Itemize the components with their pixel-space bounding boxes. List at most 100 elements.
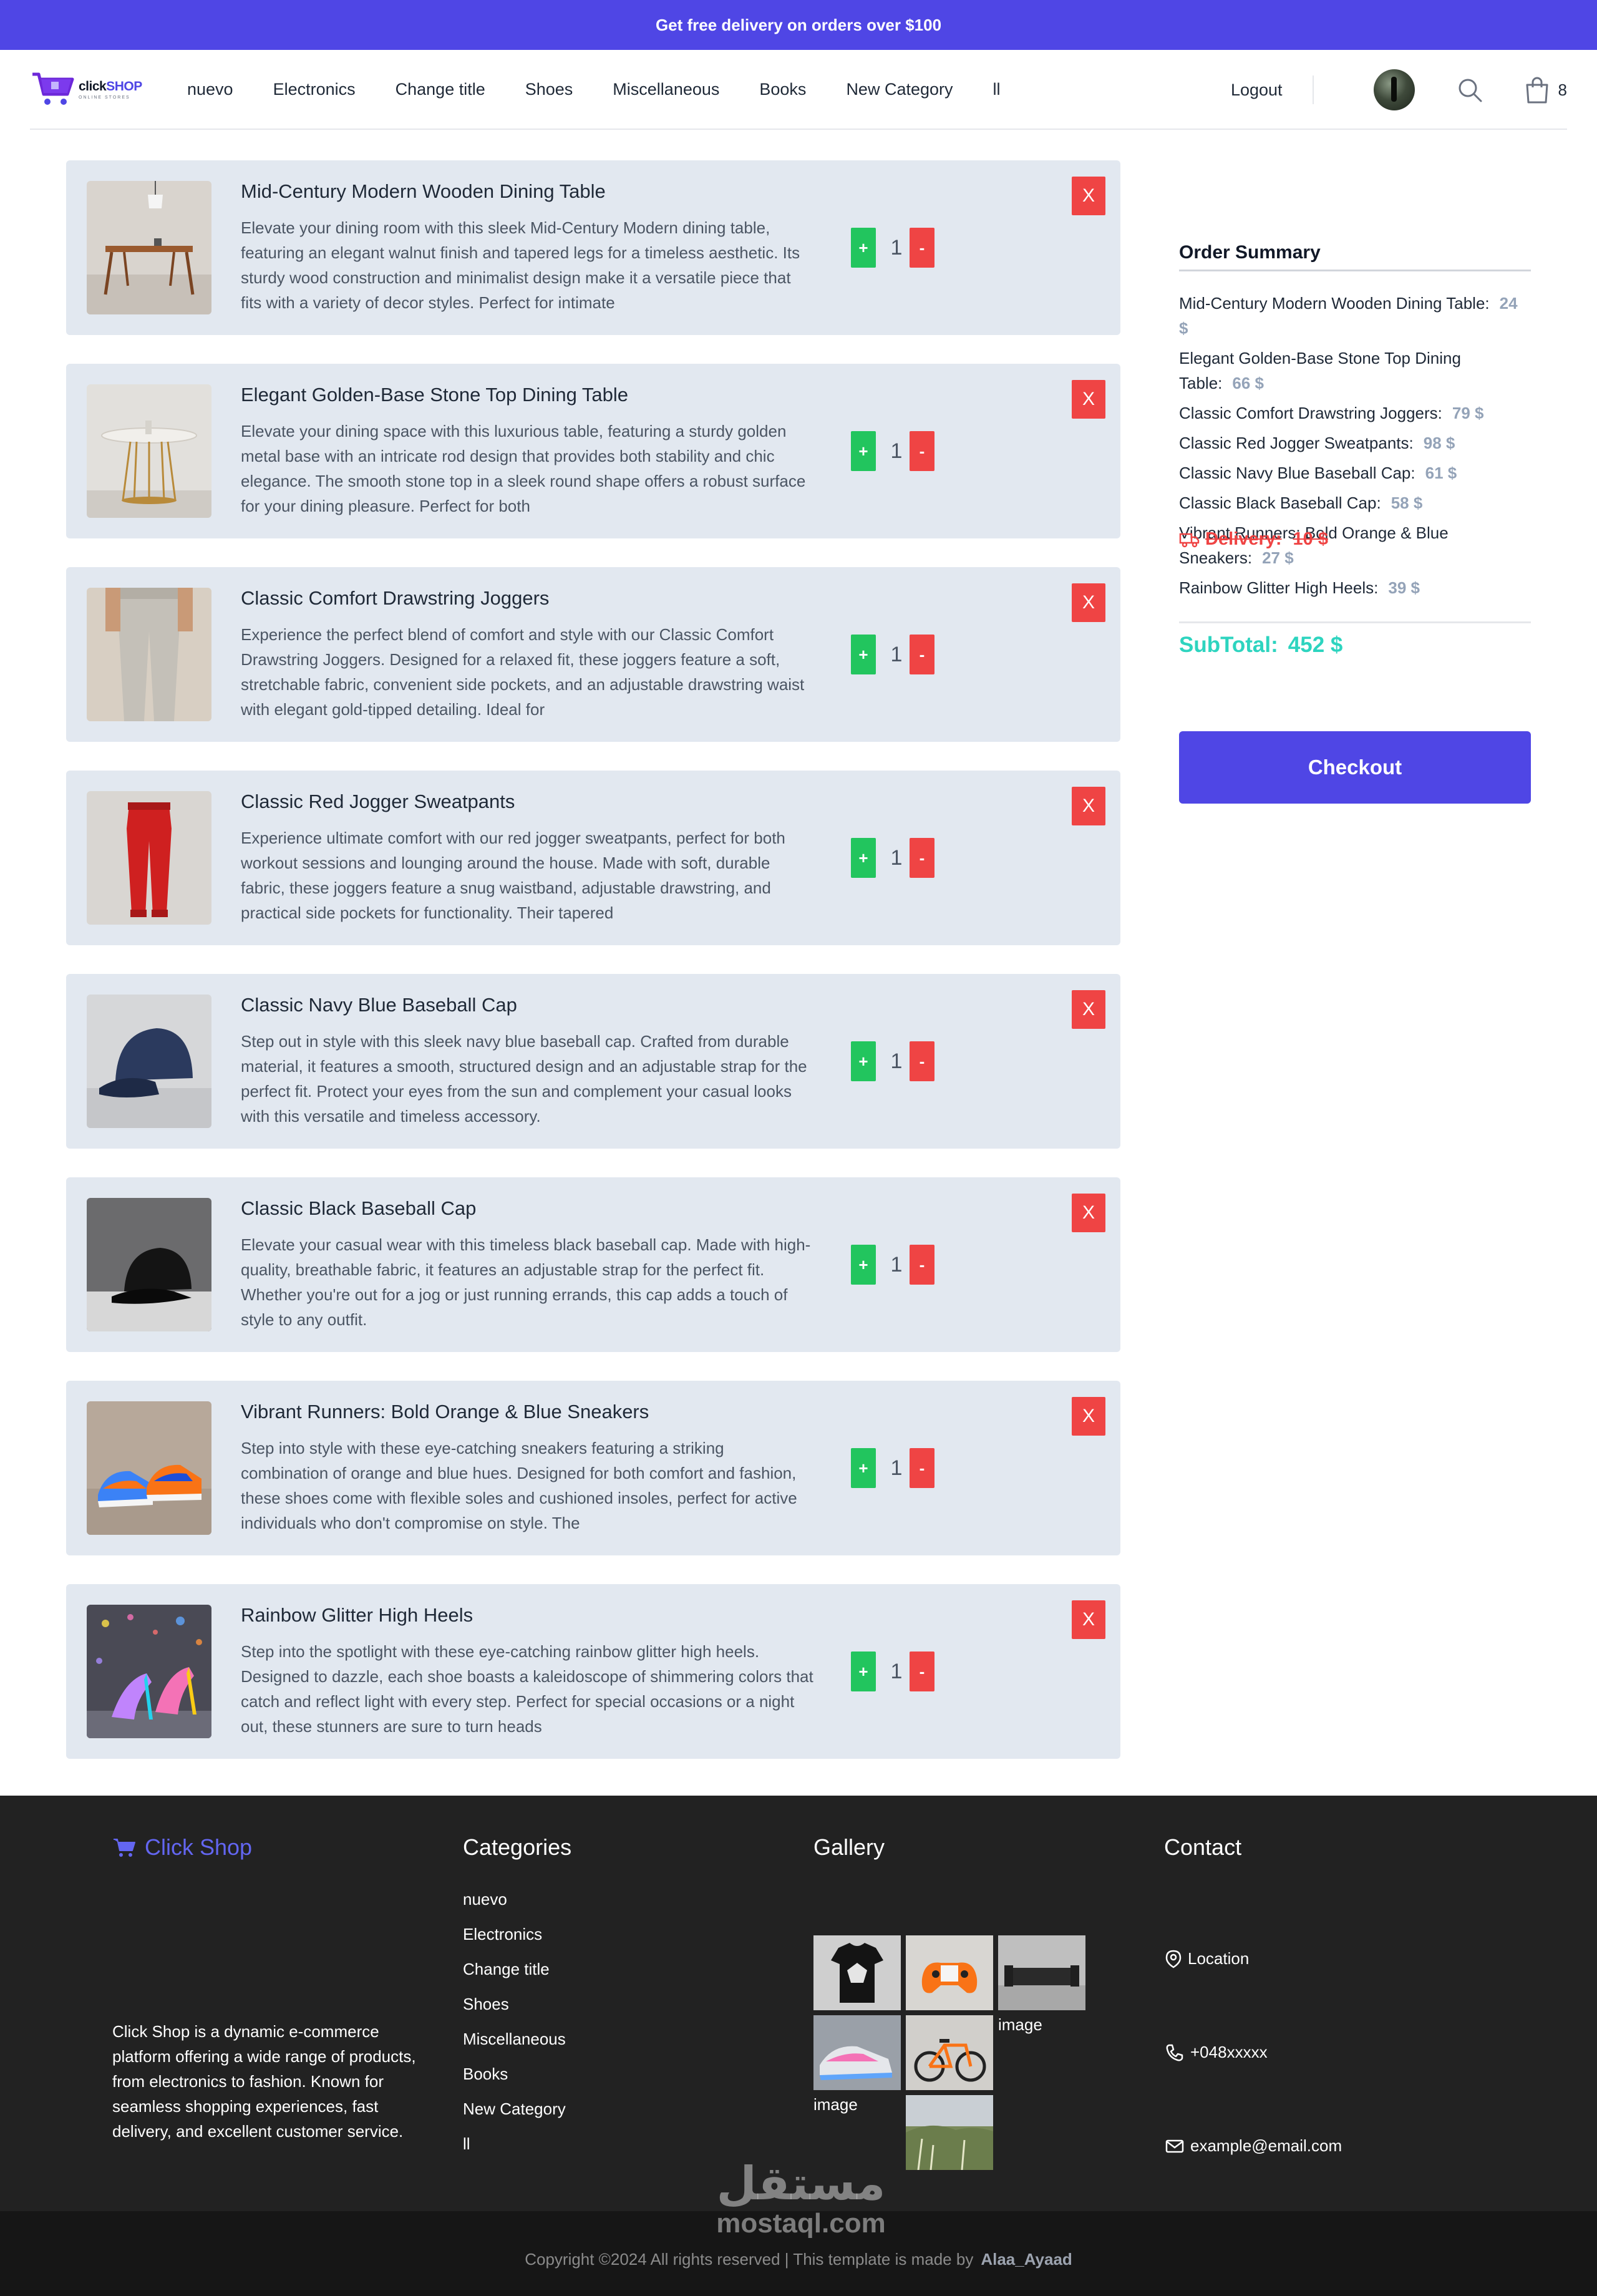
header-divider (1312, 75, 1314, 104)
user-avatar[interactable] (1373, 69, 1415, 110)
summary-line: Classic Black Baseball Cap: 58 $ (1179, 490, 1531, 515)
decrease-qty-button[interactable]: - (910, 1245, 934, 1285)
checkout-button[interactable]: Checkout (1179, 731, 1531, 804)
subtotal: SubTotal: 452 $ (1179, 633, 1342, 658)
footer-category-link[interactable]: New Category (463, 2096, 566, 2131)
item-title[interactable]: Rainbow Glitter High Heels (241, 1604, 473, 1627)
footer-category-link[interactable]: Shoes (463, 1992, 566, 2026)
gallery-broken-image[interactable]: image (998, 2015, 1042, 2035)
decrease-qty-button[interactable]: - (910, 431, 934, 471)
search-icon[interactable] (1456, 76, 1483, 104)
item-title[interactable]: Classic Comfort Drawstring Joggers (241, 587, 549, 610)
item-title[interactable]: Vibrant Runners: Bold Orange & Blue Snea… (241, 1401, 649, 1423)
decrease-qty-button[interactable]: - (910, 1651, 934, 1691)
summary-line: Elegant Golden-Base Stone Top Dining Tab… (1179, 346, 1531, 396)
product-image-black-cap (87, 1198, 211, 1331)
gallery-broken-image[interactable]: image (813, 2095, 858, 2114)
footer-category-link[interactable]: ll (463, 2131, 566, 2166)
increase-qty-button[interactable]: + (851, 635, 876, 674)
author-link[interactable]: Alaa_Ayaad (981, 2250, 1072, 2269)
site-footer: Click Shop Click Shop is a dynamic e-com… (0, 1796, 1597, 2211)
copyright-bar: مستقل mostaql.com Copyright ©2024 All ri… (0, 2157, 1597, 2296)
nav-item-new-category[interactable]: New Category (846, 80, 953, 99)
gallery-image-controller[interactable] (906, 1935, 993, 2010)
cart-item: Classic Navy Blue Baseball Cap Step out … (66, 974, 1120, 1149)
item-quantity: 1 (890, 1659, 903, 1683)
contact-email-text: example@email.com (1190, 2136, 1342, 2155)
increase-qty-button[interactable]: + (851, 1245, 876, 1285)
nav-item-nuevo[interactable]: nuevo (187, 80, 233, 99)
summary-line-name: Classic Black Baseball Cap: (1179, 494, 1381, 512)
item-title[interactable]: Mid-Century Modern Wooden Dining Table (241, 180, 606, 203)
summary-line-name: Mid-Century Modern Wooden Dining Table: (1179, 294, 1490, 313)
logo-tagline: ONLINE STORES (79, 95, 130, 100)
item-description: Step out in style with this sleek navy b… (241, 1032, 807, 1126)
item-quantity: 1 (890, 235, 903, 260)
increase-qty-button[interactable]: + (851, 1041, 876, 1081)
item-title[interactable]: Classic Navy Blue Baseball Cap (241, 994, 517, 1016)
cart-count: 8 (1558, 80, 1567, 99)
item-title[interactable]: Classic Red Jogger Sweatpants (241, 790, 515, 813)
footer-category-link[interactable]: Books (463, 2061, 566, 2096)
remove-item-button[interactable]: X (1072, 1397, 1105, 1436)
footer-category-link[interactable]: Electronics (463, 1922, 566, 1957)
summary-line-price: 66 $ (1232, 374, 1264, 392)
gallery-image-bicycle[interactable] (906, 2015, 993, 2090)
nav-item-books[interactable]: Books (759, 80, 806, 99)
summary-line: Classic Red Jogger Sweatpants: 98 $ (1179, 430, 1531, 455)
footer-category-link[interactable]: Miscellaneous (463, 2026, 566, 2061)
nav-item-electronics[interactable]: Electronics (273, 80, 356, 99)
increase-qty-button[interactable]: + (851, 431, 876, 471)
remove-item-button[interactable]: X (1072, 583, 1105, 622)
contact-phone[interactable]: +048xxxxx (1165, 2043, 1268, 2062)
product-image-joggers (87, 588, 211, 721)
decrease-qty-button[interactable]: - (910, 838, 934, 878)
gallery-image-sneakers[interactable] (813, 2015, 901, 2090)
item-title[interactable]: Classic Black Baseball Cap (241, 1197, 476, 1220)
increase-qty-button[interactable]: + (851, 838, 876, 878)
decrease-qty-button[interactable]: - (910, 1041, 934, 1081)
truck-icon (1179, 533, 1200, 547)
main-nav: nuevo Electronics Change title Shoes Mis… (187, 80, 1041, 99)
remove-item-button[interactable]: X (1072, 380, 1105, 419)
gallery-image-sofa[interactable] (998, 1935, 1085, 2010)
remove-item-button[interactable]: X (1072, 177, 1105, 215)
nav-item-miscellaneous[interactable]: Miscellaneous (613, 80, 719, 99)
site-header: clickSHOP ONLINE STORES nuevo Electronic… (30, 50, 1567, 130)
remove-item-button[interactable]: X (1072, 1194, 1105, 1232)
footer-category-link[interactable]: Change title (463, 1957, 566, 1992)
delivery-label: Delivery: (1205, 529, 1282, 549)
increase-qty-button[interactable]: + (851, 228, 876, 268)
envelope-icon (1165, 2139, 1184, 2152)
shopping-bag-icon[interactable] (1525, 76, 1550, 104)
product-image-red-joggers (87, 791, 211, 925)
decrease-qty-button[interactable]: - (910, 228, 934, 268)
site-logo[interactable]: clickSHOP ONLINE STORES (30, 67, 148, 111)
logout-link[interactable]: Logout (1231, 80, 1283, 100)
nav-item-shoes[interactable]: Shoes (525, 80, 573, 99)
gallery-image-landscape[interactable] (906, 2095, 993, 2170)
remove-item-button[interactable]: X (1072, 1600, 1105, 1639)
item-description: Elevate your casual wear with this timel… (241, 1235, 811, 1329)
item-title[interactable]: Elegant Golden-Base Stone Top Dining Tab… (241, 384, 628, 406)
product-image-dining-table (87, 181, 211, 314)
cart-item: Rainbow Glitter High Heels Step into the… (66, 1584, 1120, 1759)
contact-location[interactable]: Location (1165, 1949, 1249, 1968)
decrease-qty-button[interactable]: - (910, 635, 934, 674)
contact-email[interactable]: example@email.com (1165, 2136, 1342, 2156)
cart-item: Classic Red Jogger Sweatpants Experience… (66, 771, 1120, 945)
increase-qty-button[interactable]: + (851, 1651, 876, 1691)
cart-icon (114, 1839, 135, 1857)
decrease-qty-button[interactable]: - (910, 1448, 934, 1488)
nav-item-change-title[interactable]: Change title (396, 80, 485, 99)
nav-item-ll[interactable]: ll (993, 80, 1001, 99)
remove-item-button[interactable]: X (1072, 990, 1105, 1029)
increase-qty-button[interactable]: + (851, 1448, 876, 1488)
gallery-image-tshirt[interactable] (813, 1935, 901, 2010)
subtotal-divider (1179, 621, 1531, 623)
footer-brand[interactable]: Click Shop (112, 1834, 252, 1861)
remove-item-button[interactable]: X (1072, 787, 1105, 825)
delivery-line: Delivery: 10 $ (1179, 529, 1328, 550)
footer-category-link[interactable]: nuevo (463, 1887, 566, 1922)
cart-item: Classic Black Baseball Cap Elevate your … (66, 1177, 1120, 1352)
